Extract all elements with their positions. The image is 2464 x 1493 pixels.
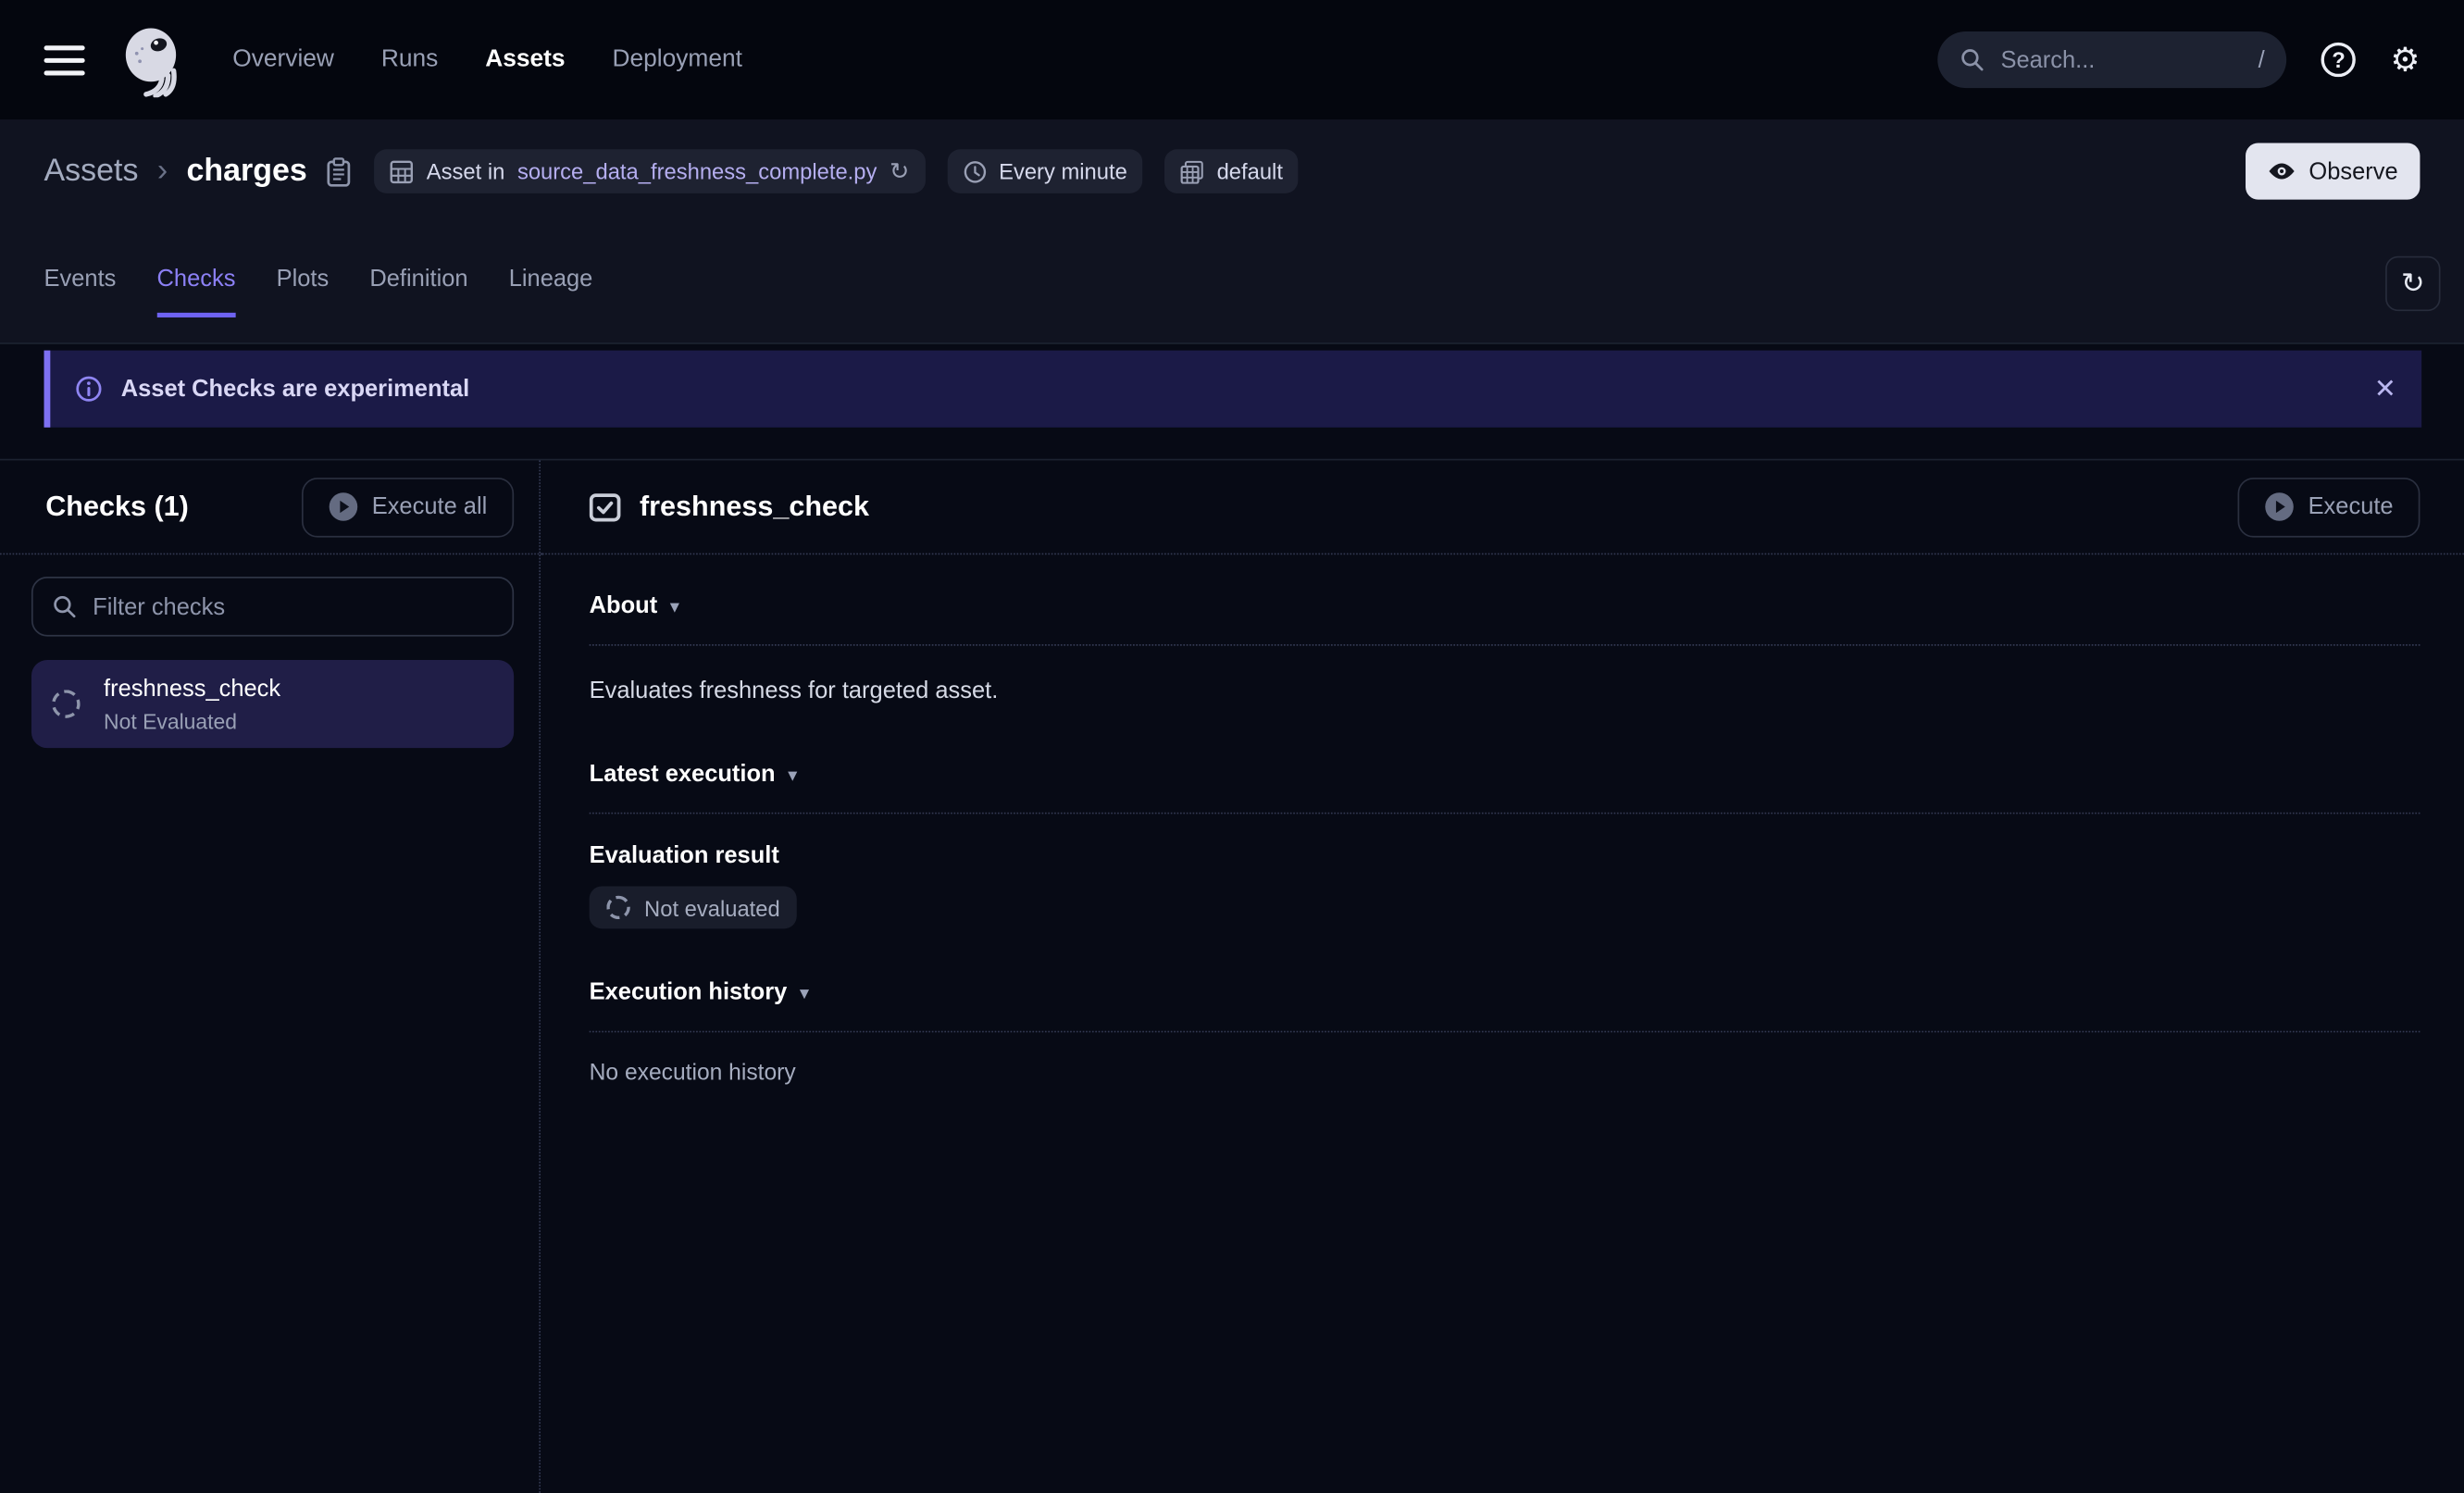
evaluation-result-value: Not evaluated bbox=[644, 895, 780, 920]
nav-item-deployment[interactable]: Deployment bbox=[612, 45, 741, 74]
filter-checks-input[interactable]: Filter checks bbox=[31, 577, 514, 637]
search-input[interactable]: Search... / bbox=[1938, 31, 2287, 88]
help-icon[interactable]: ? bbox=[2321, 43, 2356, 77]
search-placeholder: Search... bbox=[2000, 46, 2095, 73]
execute-all-label: Execute all bbox=[372, 493, 488, 520]
schedule-tag-label: Every minute bbox=[999, 158, 1127, 183]
about-section-toggle[interactable]: About bbox=[590, 592, 2420, 619]
caret-down-icon bbox=[788, 763, 797, 785]
checks-sidebar: Checks (1) Execute all Filter checks bbox=[0, 460, 541, 1492]
execute-button-label: Execute bbox=[2308, 493, 2394, 520]
execution-history-toggle[interactable]: Execution history bbox=[590, 979, 2420, 1006]
sidebar-header: Checks (1) Execute all bbox=[0, 460, 539, 554]
group-tag[interactable]: default bbox=[1165, 149, 1299, 193]
about-description: Evaluates freshness for targeted asset. bbox=[590, 678, 2420, 704]
not-evaluated-icon bbox=[606, 896, 629, 919]
nav-item-runs[interactable]: Runs bbox=[381, 45, 438, 74]
clock-icon bbox=[963, 159, 986, 182]
caret-down-icon bbox=[800, 981, 809, 1003]
caret-down-icon bbox=[670, 595, 679, 617]
execution-history-empty: No execution history bbox=[590, 1061, 2420, 1086]
info-icon bbox=[75, 376, 102, 403]
detail-header: freshness_check Execute bbox=[541, 460, 2464, 554]
hamburger-menu-icon[interactable] bbox=[44, 44, 85, 74]
search-icon bbox=[1960, 47, 1985, 72]
check-name: freshness_check bbox=[104, 675, 280, 702]
chevron-right-icon bbox=[157, 154, 168, 190]
nav-item-overview[interactable]: Overview bbox=[232, 45, 334, 74]
detail-title: freshness_check bbox=[640, 491, 869, 524]
section-divider bbox=[590, 813, 2420, 815]
page-title: charges bbox=[187, 154, 307, 190]
app-window: Overview Runs Assets Deployment Search..… bbox=[0, 0, 2464, 1493]
section-divider bbox=[590, 644, 2420, 646]
copy-icon[interactable] bbox=[326, 156, 353, 186]
check-square-icon bbox=[590, 491, 621, 523]
evaluation-result-badge: Not evaluated bbox=[590, 887, 798, 929]
experimental-banner: Asset Checks are experimental bbox=[44, 351, 2422, 428]
reload-definition-icon[interactable] bbox=[890, 157, 909, 186]
tab-definition[interactable]: Definition bbox=[369, 266, 467, 317]
check-list-item[interactable]: freshness_check Not Evaluated bbox=[31, 660, 514, 748]
schedule-tag[interactable]: Every minute bbox=[947, 149, 1143, 193]
asset-header: Assets charges bbox=[0, 119, 2464, 344]
breadcrumb: Assets charges bbox=[44, 143, 2420, 199]
observe-button-label: Observe bbox=[2308, 158, 2397, 185]
filter-placeholder: Filter checks bbox=[93, 593, 225, 620]
not-evaluated-icon bbox=[52, 690, 81, 718]
tab-events[interactable]: Events bbox=[44, 266, 117, 317]
tab-plots[interactable]: Plots bbox=[277, 266, 330, 317]
group-tag-label: default bbox=[1217, 158, 1283, 183]
about-section-label: About bbox=[590, 592, 658, 619]
asset-tag-prefix: Asset in bbox=[427, 158, 505, 183]
evaluation-result-label: Evaluation result bbox=[590, 842, 2420, 869]
check-status: Not Evaluated bbox=[104, 710, 280, 733]
asset-tabs: Events Checks Plots Definition Lineage bbox=[44, 266, 2420, 317]
nav-item-assets[interactable]: Assets bbox=[485, 45, 565, 74]
copies-grid-icon bbox=[1181, 159, 1204, 182]
tab-lineage[interactable]: Lineage bbox=[509, 266, 593, 317]
asset-tag-filename[interactable]: source_data_freshness_complete.py bbox=[517, 158, 877, 183]
check-detail-panel: freshness_check Execute About Evaluates … bbox=[541, 460, 2464, 1492]
close-icon[interactable] bbox=[2374, 373, 2396, 404]
banner-text: Asset Checks are experimental bbox=[121, 376, 470, 403]
filter-search-icon bbox=[52, 594, 77, 619]
asset-definition-tag[interactable]: Asset in source_data_freshness_complete.… bbox=[375, 149, 926, 193]
top-nav: Overview Runs Assets Deployment Search..… bbox=[0, 0, 2464, 119]
eye-icon bbox=[2268, 162, 2296, 180]
nav-links: Overview Runs Assets Deployment bbox=[232, 45, 742, 74]
play-circle-icon bbox=[328, 491, 357, 521]
refresh-button[interactable] bbox=[2385, 256, 2440, 311]
latest-execution-toggle[interactable]: Latest execution bbox=[590, 761, 2420, 788]
dagster-logo[interactable] bbox=[113, 22, 188, 97]
dagster-octopus-icon bbox=[113, 22, 188, 97]
breadcrumb-assets-link[interactable]: Assets bbox=[44, 154, 139, 190]
latest-execution-label: Latest execution bbox=[590, 761, 776, 788]
play-circle-icon bbox=[2264, 491, 2294, 521]
gear-icon[interactable]: ⚙ bbox=[2390, 44, 2420, 77]
execute-button[interactable]: Execute bbox=[2237, 477, 2420, 537]
observe-button[interactable]: Observe bbox=[2246, 143, 2420, 199]
tab-checks[interactable]: Checks bbox=[157, 266, 236, 317]
checks-count-title: Checks (1) bbox=[45, 491, 189, 524]
section-divider bbox=[590, 1031, 2420, 1033]
execute-all-button[interactable]: Execute all bbox=[301, 477, 514, 537]
execution-history-label: Execution history bbox=[590, 979, 788, 1006]
search-shortcut-hint: / bbox=[2259, 46, 2265, 73]
table-icon bbox=[391, 159, 414, 182]
